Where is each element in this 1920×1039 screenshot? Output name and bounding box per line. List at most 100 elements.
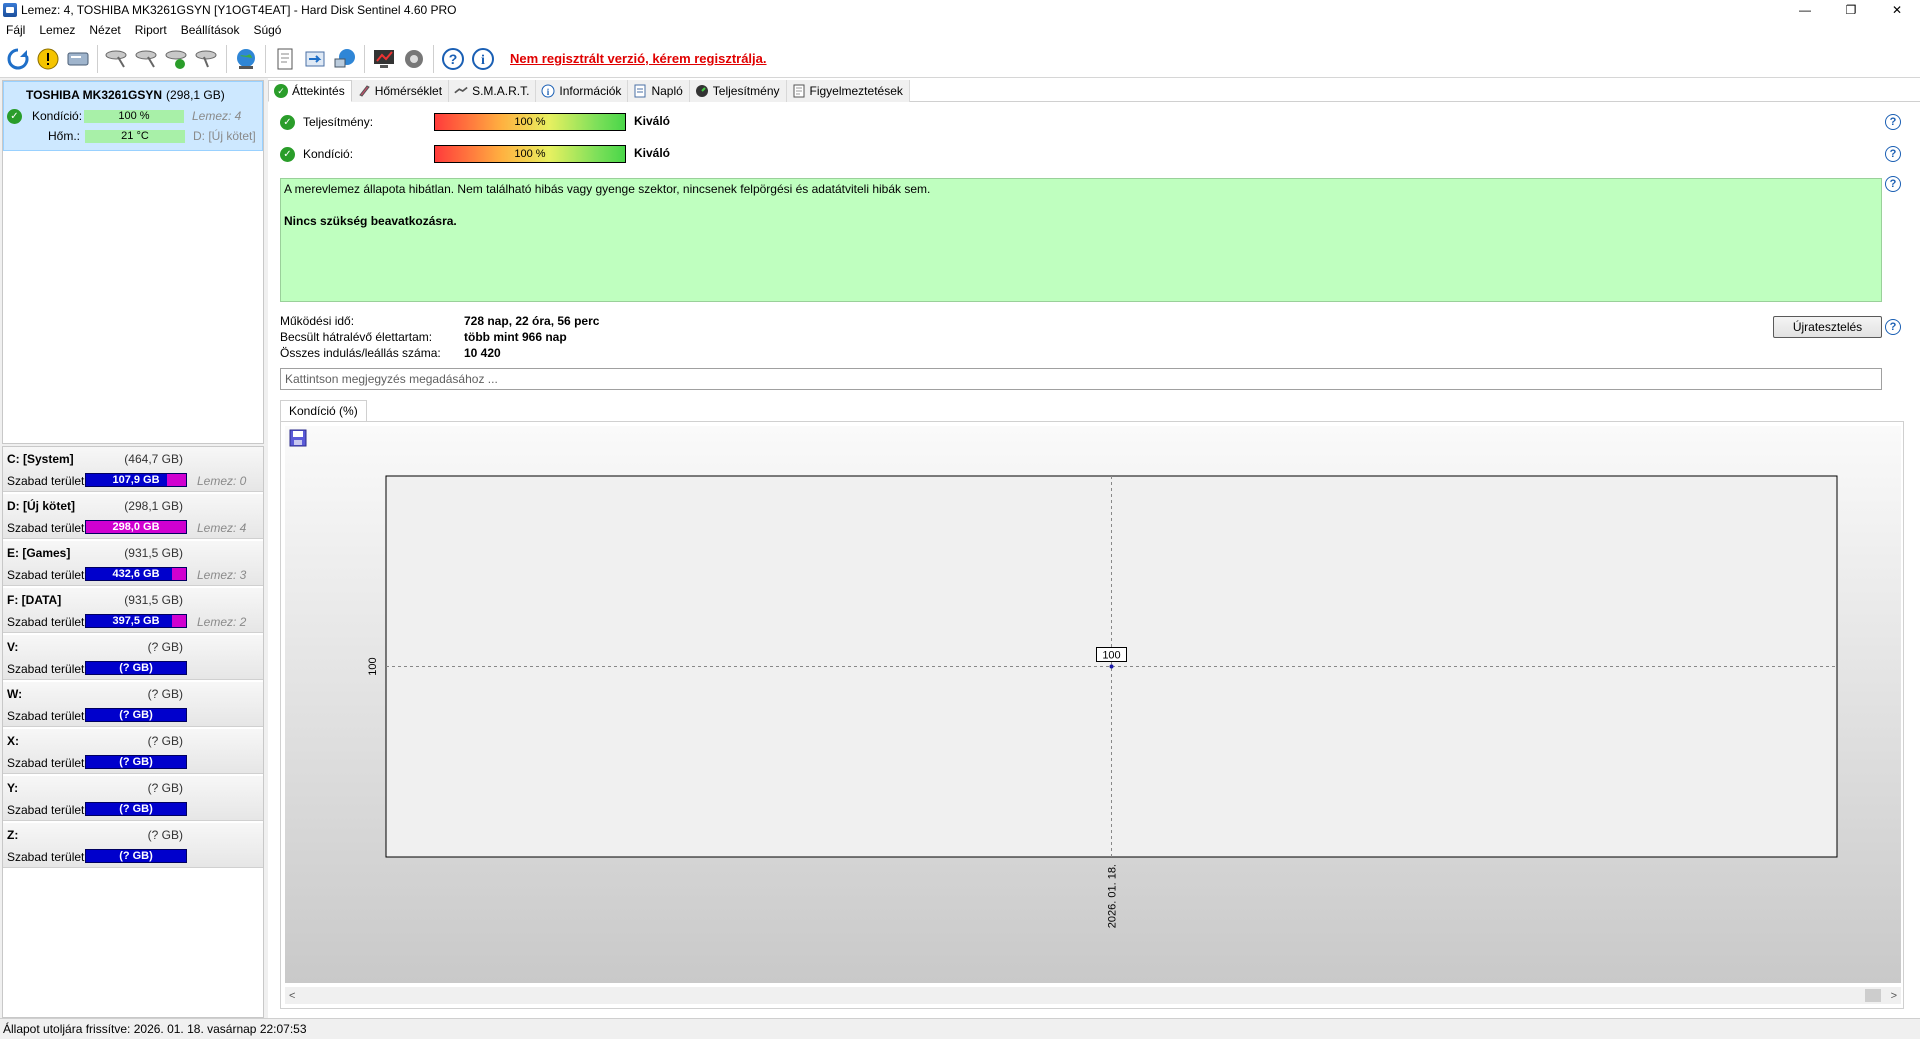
- health-bar: 100 %: [434, 145, 626, 163]
- note-input[interactable]: Kattintson megjegyzés megadásához ...: [280, 368, 1882, 390]
- disk-tool-icon[interactable]: [192, 44, 222, 74]
- svg-text:i: i: [481, 53, 485, 68]
- status-help-icon[interactable]: ?: [1885, 176, 1901, 192]
- check-icon: ✓: [280, 114, 295, 130]
- volume-item[interactable]: Y: (? GB) Szabad terület (? GB): [3, 776, 263, 821]
- volume-item[interactable]: W: (? GB) Szabad terület (? GB): [3, 682, 263, 727]
- disk-list: TOSHIBA MK3261GSYN (298,1 GB) ✓ Kondíció:…: [2, 80, 264, 444]
- health-label: Kondíció:: [303, 147, 354, 161]
- power-on-label: Működési idő:: [280, 314, 355, 328]
- volume-disk: Lemez: 4: [197, 521, 247, 535]
- registration-warning-link[interactable]: Nem regisztrált verzió, kérem regisztrál…: [510, 51, 767, 66]
- scroll-left-arrow[interactable]: <: [289, 990, 295, 1002]
- disk-size: (298,1 GB): [166, 88, 225, 102]
- chart-tab-bar: Kondíció (%): [280, 400, 367, 422]
- refresh-icon[interactable]: [3, 44, 33, 74]
- tab-performance[interactable]: Teljesítmény: [689, 80, 787, 102]
- tab-information[interactable]: i Információk: [536, 80, 629, 102]
- menu-report[interactable]: Riport: [128, 23, 174, 37]
- tab-label: Teljesítmény: [712, 84, 780, 98]
- menu-file[interactable]: Fájl: [0, 23, 32, 37]
- volume-disk: Lemez: 2: [197, 615, 247, 629]
- volume-free-label: Szabad terület: [7, 756, 85, 770]
- performance-row: ✓ Teljesítmény: 100 % Kiváló: [278, 112, 1908, 132]
- volume-free-value: 432,6 GB: [112, 568, 160, 580]
- toolbar: ? i Nem regisztrált verzió, kérem regisz…: [0, 40, 1920, 78]
- volume-free-value: 397,5 GB: [112, 615, 160, 627]
- volume-item[interactable]: V: (? GB) Szabad terület (? GB): [3, 635, 263, 680]
- health-help-icon[interactable]: ?: [1885, 146, 1901, 162]
- main-panel: ✓ Áttekintés Hőmérséklet S.M.A.R.T. i In…: [268, 78, 1920, 1018]
- minimize-button[interactable]: —: [1782, 0, 1828, 20]
- tab-log[interactable]: Napló: [628, 80, 690, 102]
- monitor-icon[interactable]: [369, 44, 399, 74]
- volume-free-label: Szabad terület: [7, 615, 85, 629]
- volume-free-label: Szabad terület: [7, 850, 85, 864]
- help-icon[interactable]: ?: [438, 44, 468, 74]
- volume-free-bar: 432,6 GB: [85, 567, 187, 581]
- status-action: Nincs szükség beavatkozásra.: [284, 214, 457, 228]
- alert-icon[interactable]: [33, 44, 63, 74]
- alert-icon: [792, 84, 806, 98]
- globe-icon[interactable]: [231, 44, 261, 74]
- tab-temperature[interactable]: Hőmérséklet: [351, 80, 450, 102]
- menu-view[interactable]: Nézet: [82, 23, 127, 37]
- volume-item[interactable]: E: [Games] (931,5 GB) Szabad terület 432,6 …: [3, 541, 263, 586]
- settings-icon[interactable]: [399, 44, 429, 74]
- performance-bar: 100 %: [434, 113, 626, 131]
- starts-value: 10 420: [464, 346, 501, 360]
- maximize-button[interactable]: ❐: [1828, 0, 1874, 20]
- tab-label: Hőmérséklet: [374, 84, 443, 98]
- menu-help[interactable]: Súgó: [246, 23, 288, 37]
- volume-item[interactable]: X: (? GB) Szabad terület (? GB): [3, 729, 263, 774]
- chart-tab-health[interactable]: Kondíció (%): [280, 400, 367, 422]
- disk-item[interactable]: TOSHIBA MK3261GSYN (298,1 GB) ✓ Kondíció:…: [3, 81, 263, 151]
- send-report-icon[interactable]: [300, 44, 330, 74]
- network-icon[interactable]: [330, 44, 360, 74]
- volume-free-label: Szabad terület: [7, 521, 85, 535]
- menu-bar: Fájl Lemez Nézet Riport Beállítások Súgó: [0, 20, 1920, 40]
- performance-help-icon[interactable]: ?: [1885, 114, 1901, 130]
- disk-temp-label: Hőm.:: [48, 129, 81, 143]
- volume-free-bar: 397,5 GB: [85, 614, 187, 628]
- menu-disk[interactable]: Lemez: [32, 23, 82, 37]
- about-icon[interactable]: i: [468, 44, 498, 74]
- power-on-value: 728 nap, 22 óra, 56 perc: [464, 314, 600, 328]
- volume-item[interactable]: C: [System] (464,7 GB) Szabad terület 107,9…: [3, 447, 263, 492]
- retest-help-icon[interactable]: ?: [1885, 319, 1901, 335]
- retest-button[interactable]: Újratesztelés: [1773, 316, 1882, 338]
- volume-free-bar: (? GB): [85, 661, 187, 675]
- menu-settings[interactable]: Beállítások: [174, 23, 247, 37]
- app-icon: [3, 3, 17, 17]
- toolbar-separator: [226, 44, 227, 73]
- volume-name: X:: [7, 734, 19, 748]
- volume-free-value: (? GB): [119, 850, 153, 862]
- volume-free-bar: (? GB): [85, 755, 187, 769]
- report-icon[interactable]: [270, 44, 300, 74]
- chart-frame: 100 2026. 01. 18. 100 < >: [280, 421, 1904, 1009]
- disk-ok-icon[interactable]: [162, 44, 192, 74]
- volume-disk: Lemez: 0: [197, 474, 247, 488]
- scroll-thumb[interactable]: [1865, 989, 1881, 1002]
- disk-volume: D: [Új kötet]: [193, 129, 256, 143]
- disk-model: TOSHIBA MK3261GSYN: [26, 88, 163, 102]
- toolbar-separator: [97, 44, 98, 73]
- horizontal-scrollbar[interactable]: < >: [285, 987, 1901, 1004]
- volume-free-value: (? GB): [119, 709, 153, 721]
- tab-overview[interactable]: ✓ Áttekintés: [268, 80, 352, 102]
- volume-item[interactable]: F: [DATA] (931,5 GB) Szabad terület 397,5 G…: [3, 588, 263, 633]
- volume-total: (? GB): [147, 781, 183, 795]
- disk-info-icon[interactable]: [63, 44, 93, 74]
- status-bar: Állapot utoljára frissítve: 2026. 01. 18…: [0, 1018, 1920, 1039]
- volume-item[interactable]: Z: (? GB) Szabad terület (? GB): [3, 823, 263, 868]
- scroll-right-arrow[interactable]: >: [1891, 990, 1897, 1002]
- tab-alerts[interactable]: Figyelmeztetések: [786, 80, 910, 102]
- surface-test-icon[interactable]: [132, 44, 162, 74]
- disk-health-bar: 100 %: [84, 109, 184, 123]
- volume-item[interactable]: D: [Új kötet] (298,1 GB) Szabad terület 298…: [3, 494, 263, 539]
- disk-health-row: ✓ Kondíció: 100 % Lemez: 4: [4, 107, 262, 125]
- close-button[interactable]: ✕: [1874, 0, 1920, 20]
- disk-test-icon[interactable]: [102, 44, 132, 74]
- title-bar: Lemez: 4, TOSHIBA MK3261GSYN [Y1OGT4EAT]…: [0, 0, 1920, 20]
- tab-smart[interactable]: S.M.A.R.T.: [449, 80, 537, 102]
